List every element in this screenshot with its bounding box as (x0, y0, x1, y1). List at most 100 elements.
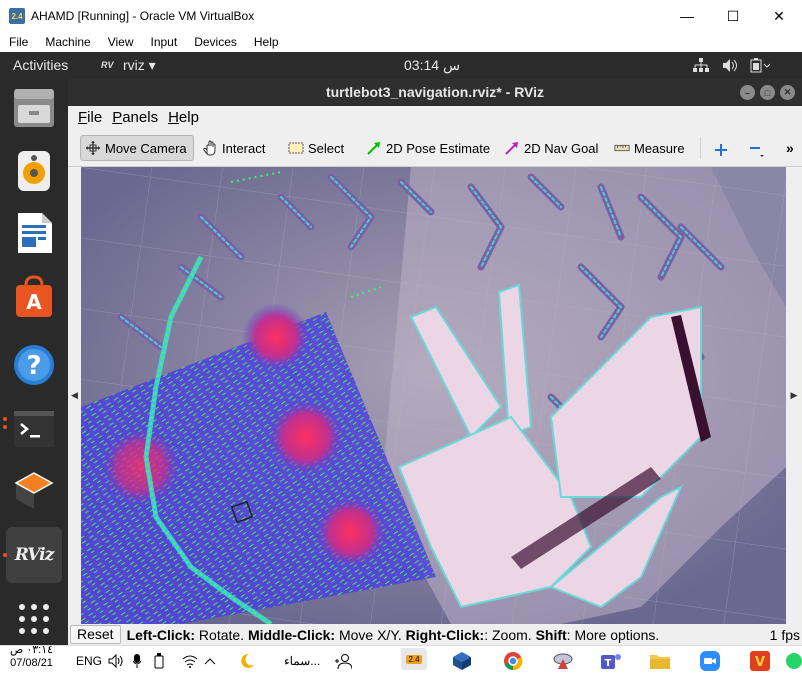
tray-expand-icon[interactable] (204, 650, 216, 672)
rviz-3d-viewport[interactable] (81, 167, 786, 624)
menu-input[interactable]: Input (142, 35, 186, 49)
rviz-menu-panels-label: anels (122, 109, 159, 126)
right-arrow-icon: ▶ (790, 390, 798, 400)
window-title: AHAMD [Running] - Oracle VM VirtualBox (31, 9, 255, 23)
green-arrow-icon (366, 140, 382, 156)
toolbar-overflow-button[interactable]: » (782, 135, 800, 161)
measure-label: Measure (634, 140, 685, 156)
whatsapp-icon[interactable] (784, 650, 802, 672)
people-icon[interactable] (334, 650, 352, 672)
interact-tool[interactable]: Interact (198, 135, 271, 161)
menu-file[interactable]: File (0, 35, 36, 49)
left-panel-toggle[interactable]: ◀ (68, 167, 81, 624)
ruler-icon (614, 140, 630, 156)
menu-view[interactable]: View (99, 35, 142, 49)
app-grid-icon[interactable] (10, 595, 58, 643)
interact-label: Interact (222, 140, 266, 156)
teams-icon[interactable]: T (598, 650, 624, 672)
rviz-menubar: File Panels Help (68, 106, 802, 129)
file-explorer-icon[interactable] (647, 650, 673, 672)
topbar-clock[interactable]: 03:14 س (404, 57, 460, 74)
files-icon[interactable] (10, 85, 58, 133)
rviz-titlebar: turtlebot3_navigation.rviz* - RViz – □ ✕ (68, 79, 802, 106)
weather-moon-icon[interactable] (238, 650, 256, 672)
rviz-maximize-button[interactable]: □ (760, 85, 775, 100)
hint-left-click-action: Rotate. (198, 626, 245, 643)
windows-taskbar: ٠٣:١٤ ص 07/08/21 ENG سماء... 2.4 T V (0, 644, 802, 674)
volume-icon[interactable] (722, 58, 738, 76)
virtualbox-taskbar-icon[interactable] (449, 650, 475, 672)
svg-text:V: V (755, 655, 765, 670)
rviz-menu-file-label: ile (87, 109, 103, 126)
language-indicator[interactable]: ENG (76, 650, 102, 672)
svg-text:A: A (26, 290, 42, 314)
taskbar-clock[interactable]: ٠٣:١٤ ص 07/08/21 (10, 644, 53, 669)
ubuntu-top-bar: Activities RV rviz ▾ 03:14 س (0, 52, 802, 79)
virtualbox-icon[interactable] (10, 467, 58, 515)
maximize-button[interactable]: ☐ (710, 0, 756, 32)
move-camera-tool[interactable]: Move Camera (80, 135, 194, 161)
virtualbox-vm-taskbar-button[interactable]: 2.4 (401, 648, 427, 670)
select-tool[interactable]: Select (284, 135, 350, 161)
chrome-icon[interactable] (500, 650, 526, 672)
rviz-icon[interactable]: RViz (6, 527, 62, 583)
rviz-small-icon: RV (101, 59, 114, 70)
satellite-icon[interactable] (550, 650, 576, 672)
menu-devices[interactable]: Devices (185, 35, 245, 49)
menu-help[interactable]: Help (245, 35, 287, 49)
network-icon[interactable] (693, 58, 709, 76)
rviz-minimize-button[interactable]: – (740, 85, 755, 100)
menu-machine[interactable]: Machine (36, 35, 98, 49)
right-panel-toggle[interactable]: ▶ (786, 167, 802, 624)
speaker-icon[interactable] (108, 650, 124, 672)
hint-left-click-key: Left-Click: (126, 626, 196, 643)
hint-shift-key: Shift (535, 626, 567, 643)
virtualbox-app-icon: 2.4 (9, 8, 25, 24)
rviz-menu-help[interactable]: Help (168, 109, 199, 126)
pen-icon[interactable] (152, 650, 166, 672)
hand-icon (202, 140, 218, 156)
pose-estimate-tool[interactable]: 2D Pose Estimate (362, 135, 496, 161)
magenta-arrow-icon (504, 140, 520, 156)
reset-button[interactable]: Reset (70, 625, 121, 644)
remove-tool-button[interactable] (744, 137, 772, 163)
hint-middle-click-action: Move X/Y. (338, 626, 402, 643)
game-icon[interactable]: V (747, 650, 773, 672)
select-icon (288, 140, 304, 156)
rviz-menu-file-mnemonic: F (78, 109, 88, 126)
ubuntu-software-icon[interactable]: A (10, 273, 58, 321)
running-indicator (3, 417, 7, 421)
app-menu-label: rviz ▾ (123, 57, 156, 73)
minimize-button[interactable]: — (664, 0, 710, 32)
move-camera-icon (85, 140, 101, 156)
select-label: Select (308, 140, 345, 156)
rviz-window-title: turtlebot3_navigation.rviz* - RViz (325, 84, 545, 100)
running-indicator (3, 425, 7, 429)
svg-text:T: T (605, 658, 612, 669)
help-icon[interactable]: ? (10, 341, 58, 389)
rviz-close-button[interactable]: ✕ (780, 85, 795, 100)
weather-text[interactable]: سماء... (284, 650, 320, 672)
svg-text:?: ? (26, 351, 41, 381)
rviz-menu-help-mnemonic: H (168, 109, 179, 126)
terminal-icon[interactable] (10, 405, 58, 453)
app-menu[interactable]: RV rviz ▾ (101, 57, 156, 74)
close-button[interactable]: ✕ (756, 0, 802, 32)
navigation-map-render (81, 167, 786, 624)
activities-button[interactable]: Activities (13, 57, 68, 73)
add-tool-button[interactable] (710, 137, 734, 163)
nav-goal-tool[interactable]: 2D Nav Goal (500, 135, 604, 161)
rviz-menu-panels[interactable]: Panels (112, 109, 158, 126)
mouse-hint: Left-Click: Rotate. Middle-Click: Move X… (127, 627, 660, 643)
running-indicator (3, 553, 7, 557)
rviz-dock-label: RViz (14, 545, 55, 565)
battery-icon[interactable] (750, 58, 771, 76)
plus-icon (715, 144, 727, 156)
libreoffice-writer-icon[interactable] (10, 209, 58, 257)
zoom-icon[interactable] (697, 650, 723, 672)
wifi-icon[interactable] (182, 650, 198, 672)
rhythmbox-icon[interactable] (10, 147, 58, 195)
rviz-menu-file[interactable]: File (78, 109, 102, 126)
measure-tool[interactable]: Measure (610, 135, 691, 161)
microphone-icon[interactable] (132, 650, 142, 672)
